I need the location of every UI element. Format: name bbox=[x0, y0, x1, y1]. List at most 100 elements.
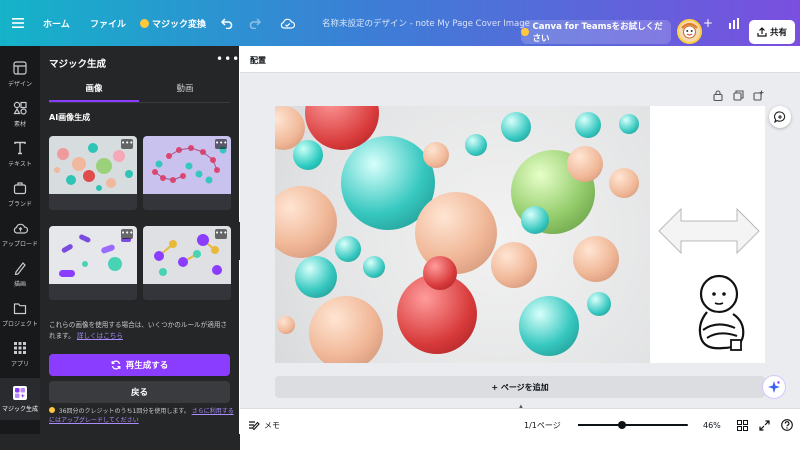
tab-video[interactable]: 動画 bbox=[140, 82, 230, 102]
draw-icon bbox=[12, 260, 28, 276]
thumbnail-more-icon[interactable]: ••• bbox=[121, 139, 133, 149]
zoom-slider[interactable] bbox=[578, 424, 688, 426]
rail-label: テキスト bbox=[8, 161, 32, 168]
regenerate-button[interactable]: 再生成する bbox=[49, 354, 230, 376]
notes-label: メモ bbox=[264, 420, 280, 430]
undo-icon[interactable] bbox=[221, 0, 234, 46]
bottom-bar: メモ 1/1ページ 46% bbox=[240, 408, 800, 450]
active-tab-indicator bbox=[49, 100, 139, 102]
document-title[interactable]: 名称未設定のデザイン - note My Page Cover Image bbox=[322, 0, 530, 46]
add-member-icon[interactable]: + bbox=[703, 0, 713, 46]
folder-icon bbox=[12, 300, 28, 316]
rail-item-brand[interactable]: ブランド bbox=[0, 172, 40, 216]
redo-icon[interactable] bbox=[248, 0, 261, 46]
try-teams-button[interactable]: Canva for Teamsをお試しください bbox=[521, 20, 671, 44]
insights-icon[interactable] bbox=[728, 0, 740, 46]
top-bar: ホーム ファイル マジック変換 名称未設定のデザイン - note My Pag… bbox=[0, 0, 800, 46]
rail-label: デザイン bbox=[7, 81, 32, 88]
usage-notice-text: これらの画像を使用する場合は、いくつかのルールが適用されます。 bbox=[49, 321, 228, 340]
design-canvas[interactable] bbox=[275, 106, 765, 363]
home-button[interactable]: ホーム bbox=[43, 0, 70, 46]
zoom-slider-fill bbox=[578, 424, 622, 426]
comment-button[interactable] bbox=[769, 106, 791, 128]
thumbnail-footer bbox=[49, 194, 137, 210]
try-teams-label: Canva for Teamsをお試しください bbox=[532, 22, 663, 44]
crown-icon bbox=[521, 28, 529, 36]
zoom-slider-handle[interactable] bbox=[618, 421, 626, 429]
magic-assistant-button[interactable] bbox=[762, 375, 786, 399]
rail-label: 描画 bbox=[13, 281, 26, 288]
generated-image-2[interactable]: ••• bbox=[143, 136, 231, 210]
back-button[interactable]: 戻る bbox=[49, 381, 230, 403]
section-title: AI画像生成 bbox=[49, 113, 91, 122]
crown-icon bbox=[49, 407, 55, 413]
context-toolbar: 配置 bbox=[240, 46, 800, 73]
fullscreen-icon[interactable] bbox=[759, 409, 770, 441]
help-icon[interactable] bbox=[781, 409, 793, 441]
rail-item-apps[interactable]: アプリ bbox=[0, 332, 40, 376]
upload-icon bbox=[12, 220, 28, 236]
rail-item-projects[interactable]: プロジェクト bbox=[0, 292, 40, 336]
rail-item-upload[interactable]: アップロード bbox=[0, 212, 40, 256]
position-button[interactable]: 配置 bbox=[250, 55, 266, 66]
share-button[interactable]: 共有 bbox=[749, 20, 795, 44]
tab-image[interactable]: 画像 bbox=[49, 82, 139, 102]
thumbnail-footer bbox=[143, 284, 231, 300]
elements-icon bbox=[12, 100, 28, 116]
add-page-icon[interactable] bbox=[752, 89, 764, 101]
rail-item-magic-generate[interactable]: マジック生成 bbox=[0, 378, 40, 420]
file-menu-button[interactable]: ファイル bbox=[90, 0, 126, 46]
cloud-saved-icon[interactable] bbox=[280, 0, 295, 46]
share-icon bbox=[757, 27, 767, 37]
generated-image-3[interactable]: ••• bbox=[49, 226, 137, 300]
zoom-level[interactable]: 46% bbox=[703, 409, 721, 441]
rail-item-elements[interactable]: 素材 bbox=[0, 92, 40, 136]
magic-switch-button[interactable]: マジック変換 bbox=[140, 0, 206, 46]
double-arrow-shape[interactable] bbox=[657, 206, 761, 256]
lock-icon[interactable] bbox=[712, 89, 724, 101]
generated-image-4[interactable]: ••• bbox=[143, 226, 231, 300]
credit-text: 36回分のクレジットのうち1回分を使用します。 bbox=[58, 408, 190, 415]
text-icon bbox=[12, 140, 28, 156]
rail-item-text[interactable]: テキスト bbox=[0, 132, 40, 176]
rail-item-design[interactable]: デザイン bbox=[0, 52, 40, 96]
add-page-button[interactable]: + ページを追加 bbox=[275, 376, 765, 398]
generated-image-1[interactable]: ••• bbox=[49, 136, 137, 210]
brand-icon bbox=[12, 180, 28, 196]
share-label: 共有 bbox=[769, 28, 787, 38]
magic-generate-panel: マジック生成 ••• 画像 動画 AI画像生成 ••• ••• ••• ••• … bbox=[40, 46, 239, 434]
notes-icon bbox=[249, 420, 260, 430]
tab-divider bbox=[49, 102, 230, 103]
rail-label: 素材 bbox=[13, 121, 26, 128]
apps-icon bbox=[12, 340, 28, 356]
duplicate-page-icon[interactable] bbox=[732, 89, 744, 101]
add-comment-icon bbox=[774, 111, 786, 123]
rail-label: マジック生成 bbox=[1, 406, 38, 413]
refresh-icon bbox=[111, 360, 121, 370]
thumbnail-more-icon[interactable]: ••• bbox=[215, 139, 227, 149]
left-rail: デザイン 素材 テキスト ブランド アップロード 描画 プロジェクト アプリ マ… bbox=[0, 46, 40, 434]
rail-label: アップロード bbox=[1, 241, 38, 248]
page-tools bbox=[712, 89, 764, 101]
panel-title: マジック生成 bbox=[49, 59, 107, 70]
page-counter[interactable]: 1/1ページ bbox=[524, 409, 561, 441]
usage-notice: これらの画像を使用する場合は、いくつかのルールが適用されます。 詳しくはこちら bbox=[49, 320, 232, 341]
grid-view-icon[interactable] bbox=[737, 409, 748, 441]
rail-label: プロジェクト bbox=[1, 321, 38, 328]
thumbnail-more-icon[interactable]: ••• bbox=[215, 229, 227, 239]
avatar[interactable] bbox=[677, 19, 702, 44]
menu-icon[interactable] bbox=[12, 0, 24, 46]
thumbnail-footer bbox=[143, 194, 231, 210]
rail-label: ブランド bbox=[7, 201, 32, 208]
notes-button[interactable]: メモ bbox=[248, 409, 280, 441]
crown-icon bbox=[140, 18, 149, 28]
magic-generate-icon bbox=[12, 385, 28, 401]
thumbnail-more-icon[interactable]: ••• bbox=[121, 229, 133, 239]
thumbnail-footer bbox=[49, 284, 137, 300]
learn-more-link[interactable]: 詳しくはこちら bbox=[77, 332, 123, 340]
more-options-icon[interactable]: ••• bbox=[216, 52, 240, 66]
sitting-person-illustration[interactable] bbox=[693, 272, 753, 354]
rail-item-draw[interactable]: 描画 bbox=[0, 252, 40, 296]
magic-switch-label: マジック変換 bbox=[152, 19, 207, 30]
spheres-photo[interactable] bbox=[275, 106, 650, 363]
